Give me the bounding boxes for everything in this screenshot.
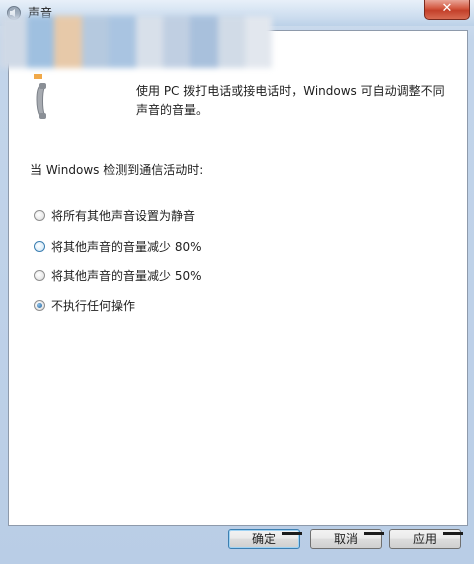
option-label: 不执行任何操作 [51, 298, 136, 313]
option-label: 将其他声音的音量减少 80% [51, 239, 202, 254]
button-edge-mark [282, 532, 302, 535]
apply-button-label: 应用 [412, 532, 437, 546]
option-mute-all[interactable]: 将所有其他声音设置为静音 [34, 206, 195, 224]
panel-content: 使用 PC 拨打电话或接电话时，Windows 可自动调整不同声音的音量。 当 … [8, 30, 466, 524]
option-reduce-50[interactable]: 将其他声音的音量减少 50% [34, 266, 202, 284]
option-reduce-80[interactable]: 将其他声音的音量减少 80% [34, 237, 202, 255]
close-button[interactable]: ✕ [424, 0, 470, 20]
section-label: 当 Windows 检测到通信活动时: [30, 163, 204, 177]
radio-button[interactable] [34, 209, 45, 221]
apply-button[interactable]: 应用 [389, 529, 463, 549]
option-label: 将所有其他声音设置为静音 [51, 208, 196, 223]
radio-button[interactable] [34, 240, 45, 252]
cancel-button[interactable]: 取消 [310, 529, 384, 549]
telephone-handset-icon [34, 74, 46, 119]
button-edge-mark [364, 532, 384, 535]
ok-button[interactable]: 确定 [228, 529, 302, 549]
radio-button-selected[interactable] [34, 299, 45, 311]
radio-button[interactable] [34, 269, 45, 281]
option-do-nothing[interactable]: 不执行任何操作 [34, 296, 135, 314]
cancel-button-label: 取消 [333, 532, 358, 546]
description-text: 使用 PC 拨打电话或接电话时，Windows 可自动调整不同声音的音量。 [136, 84, 445, 117]
ok-button-label: 确定 [251, 532, 276, 546]
button-edge-mark [443, 532, 463, 535]
option-label: 将其他声音的音量减少 50% [51, 268, 202, 283]
